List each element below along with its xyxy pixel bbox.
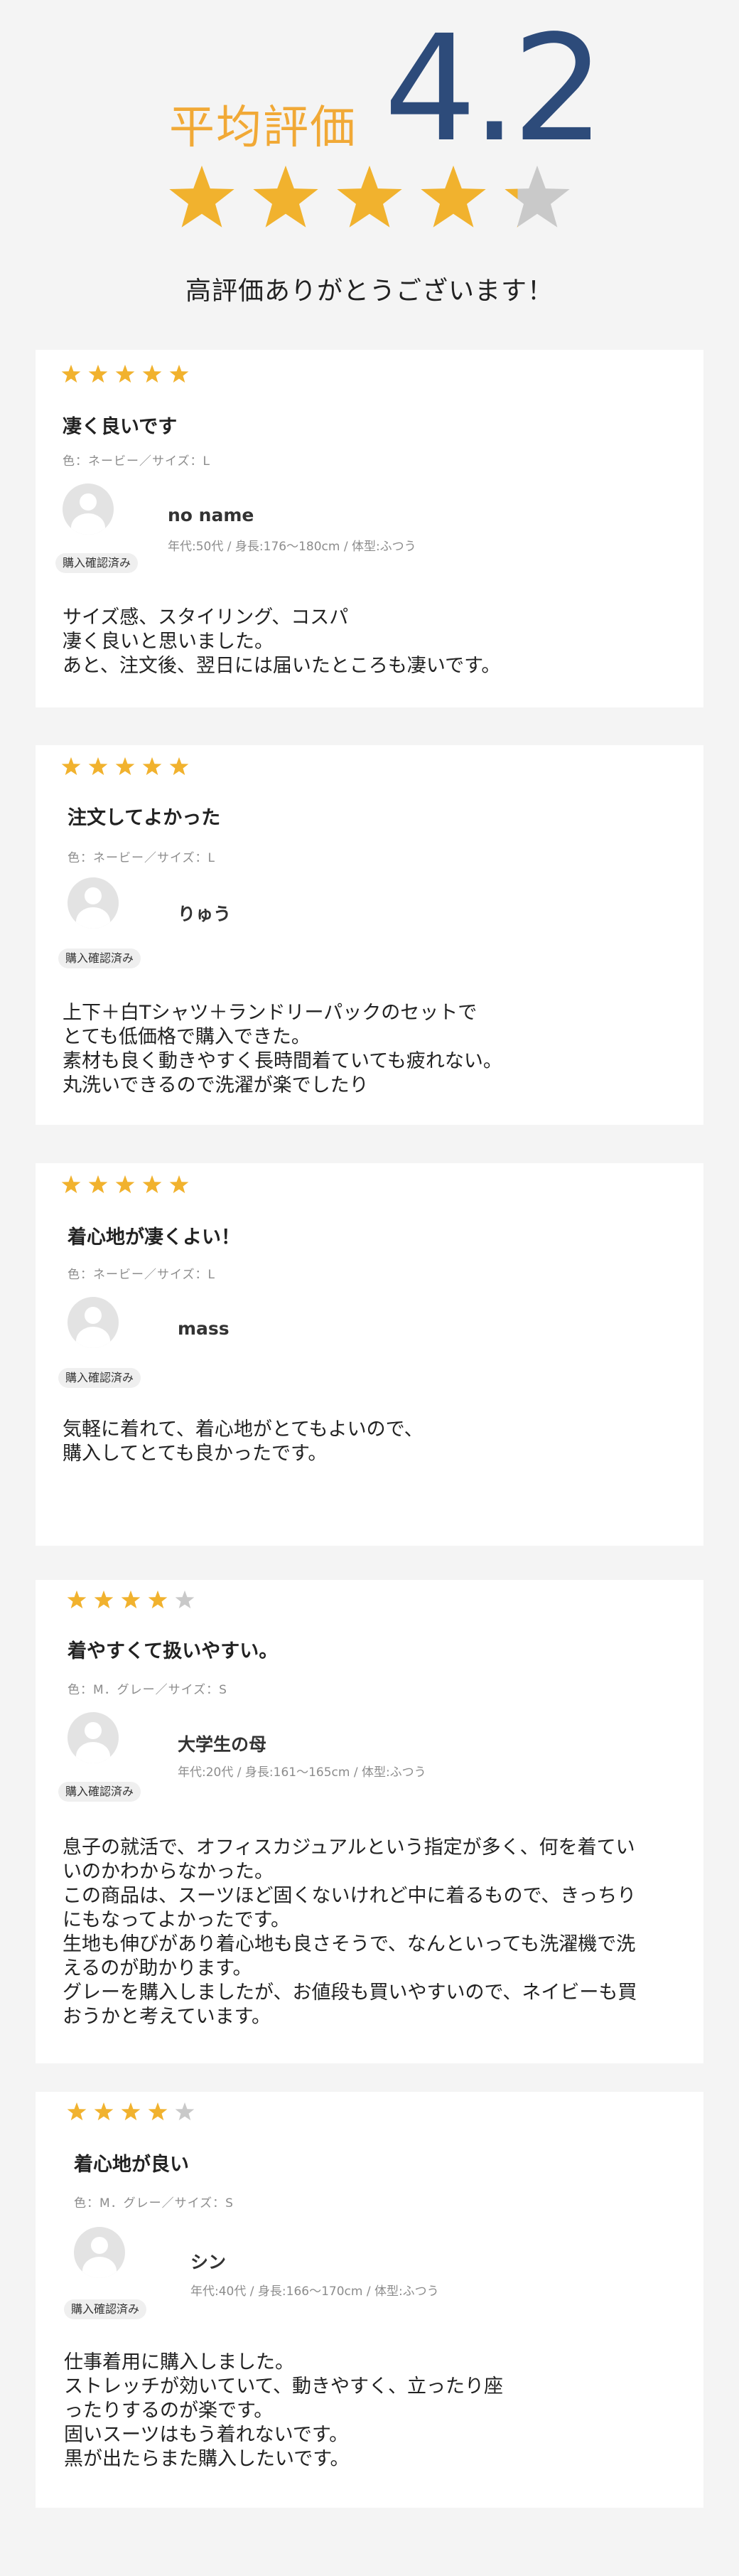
review-product-spec: 色：M．グレー／サイズ：S	[68, 1683, 227, 1697]
review-product-spec: 色：ネービー／サイズ：L	[68, 851, 215, 865]
star-icon	[337, 165, 402, 228]
reviewer-profile: 年代:40代 / 身長:166〜170cm / 体型:ふつう	[190, 2284, 439, 2299]
reviewer-name: 大学生の母	[178, 1734, 267, 1755]
star-icon	[115, 757, 135, 776]
star-icon	[94, 2102, 114, 2121]
verified-purchase-badge: 購入確認済み	[64, 2299, 147, 2319]
star-icon	[61, 364, 81, 383]
star-icon	[142, 364, 162, 383]
average-rating-value: 4.2	[384, 4, 605, 174]
star-icon	[88, 1175, 108, 1194]
review-card: 着心地が良い 色：M．グレー／サイズ：S シン 年代:40代 / 身長:166〜…	[36, 2092, 703, 2508]
review-card: 凄く良いです 色：ネービー／サイズ：L no name 年代:50代 / 身長:…	[36, 350, 703, 707]
star-icon	[115, 1175, 135, 1194]
star-icon	[67, 2102, 87, 2121]
review-body: 上下＋白Tシャツ＋ランドリーパックのセットで とても低価格で購入できた。 素材も…	[63, 1002, 502, 1096]
star-icon	[175, 1590, 195, 1609]
review-title: 凄く良いです	[63, 416, 178, 438]
review-product-spec: 色：ネービー／サイズ：L	[63, 454, 210, 469]
star-icon	[61, 1175, 81, 1194]
user-avatar-icon	[74, 2227, 125, 2278]
verified-purchase-badge: 購入確認済み	[58, 1782, 141, 1802]
star-icon	[175, 2102, 195, 2121]
review-body: サイズ感、スタイリング、コスパ 凄く良いと思いました。 あと、注文後、翌日には届…	[63, 606, 501, 677]
verified-purchase-badge: 購入確認済み	[58, 1368, 141, 1388]
review-body: 息子の就活で、オフィスカジュアルという指定が多く、何を着てい いのかわからなかっ…	[63, 1837, 637, 2028]
star-icon	[148, 2102, 168, 2121]
star-icon	[94, 1590, 114, 1609]
star-icon	[169, 1175, 189, 1194]
review-product-spec: 色：ネービー／サイズ：L	[68, 1268, 215, 1282]
star-icon	[421, 165, 486, 228]
rating-summary: 平均評価 4.2 高評価ありがとうございます！	[0, 0, 739, 334]
reviewer-name: mass	[178, 1318, 230, 1339]
star-icon	[169, 165, 234, 228]
thanks-message: 高評価ありがとうございます！	[185, 277, 554, 306]
user-avatar-icon	[68, 1297, 119, 1348]
review-card: 着やすくて扱いやすい。 色：M．グレー／サイズ：S 大学生の母 年代:20代 /…	[36, 1580, 703, 2063]
review-title: 着やすくて扱いやすい。	[68, 1640, 279, 1662]
review-title: 着心地が良い	[74, 2154, 189, 2176]
reviewer-profile: 年代:20代 / 身長:161〜165cm / 体型:ふつう	[178, 1765, 426, 1780]
reviewer-profile: 年代:50代 / 身長:176〜180cm / 体型:ふつう	[168, 540, 416, 554]
reviewer-name: シン	[190, 2252, 227, 2272]
review-card: 注文してよかった 色：ネービー／サイズ：L りゅう 購入確認済み 上下＋白Tシャ…	[36, 745, 703, 1125]
star-icon	[121, 2102, 141, 2121]
reviewer-name: りゅう	[178, 904, 232, 924]
star-icon	[142, 1175, 162, 1194]
star-icon	[115, 364, 135, 383]
star-icon	[142, 757, 162, 776]
review-title: 注文してよかった	[68, 807, 221, 829]
review-body: 仕事着用に購入しました。 ストレッチが効いていて、動きやすく、立ったり座 ったり…	[64, 2351, 504, 2470]
star-icon	[61, 757, 81, 776]
user-avatar-icon	[63, 483, 114, 535]
star-icon	[505, 165, 570, 228]
star-icon	[253, 165, 318, 228]
review-title: 着心地が凄くよい！	[68, 1226, 240, 1249]
review-body: 気軽に着れて、着心地がとてもよいので、 購入してとても良かったです。	[63, 1418, 424, 1465]
star-icon	[121, 1590, 141, 1609]
star-icon	[169, 757, 189, 776]
star-icon	[169, 364, 189, 383]
user-avatar-icon	[68, 1712, 119, 1763]
reviewer-name: no name	[168, 505, 254, 525]
user-avatar-icon	[68, 877, 119, 929]
review-product-spec: 色：M．グレー／サイズ：S	[74, 2196, 234, 2211]
average-rating-label: 平均評価	[169, 102, 357, 154]
star-icon	[67, 1590, 87, 1609]
star-icon	[88, 364, 108, 383]
star-icon	[88, 757, 108, 776]
review-card: 着心地が凄くよい！ 色：ネービー／サイズ：L mass 購入確認済み 気軽に着れ…	[36, 1163, 703, 1546]
star-icon	[148, 1590, 168, 1609]
verified-purchase-badge: 購入確認済み	[58, 948, 141, 968]
verified-purchase-badge: 購入確認済み	[55, 553, 139, 573]
